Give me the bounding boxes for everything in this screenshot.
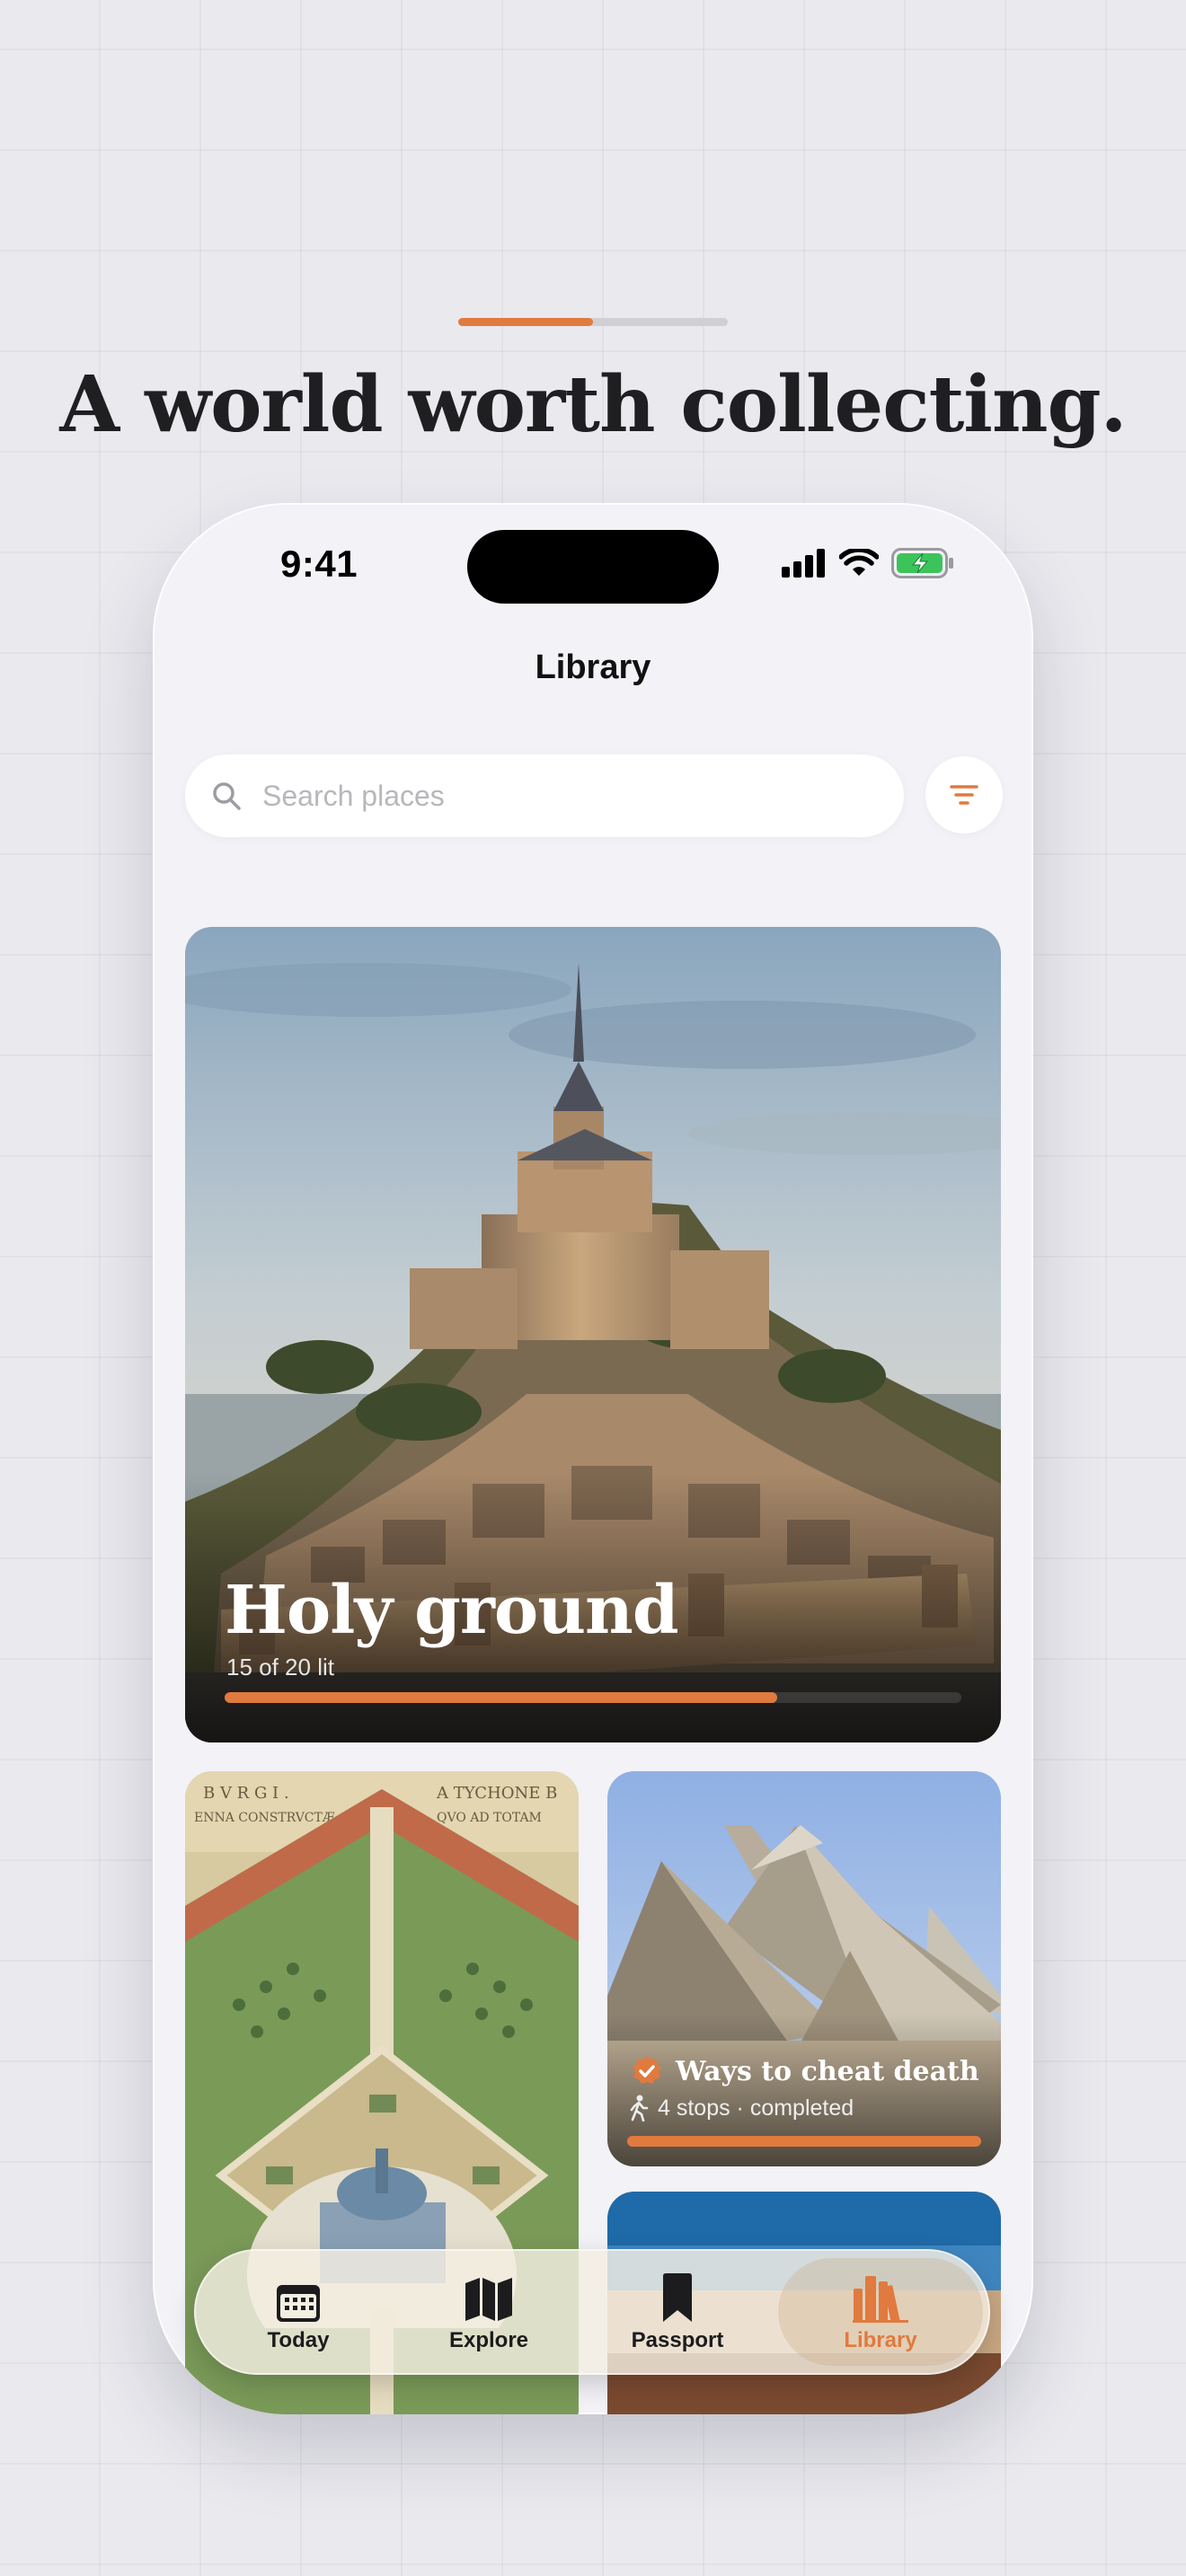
svg-text:A TYCHONE B: A TYCHONE B (436, 1784, 557, 1803)
cellular-signal-icon (782, 549, 825, 578)
card-title: Holy ground (225, 1572, 679, 1649)
collection-card-ways-to-cheat-death[interactable]: Ways to cheat death 4 stops · completed (607, 1771, 1001, 2166)
status-time: 9:41 (280, 543, 358, 585)
headline: A world worth collecting. (59, 359, 1127, 450)
phone-frame: 9:41 Library Search places Holy ground 1… (153, 503, 1033, 2414)
page-title: Library (535, 648, 651, 686)
tab-label: Explore (448, 2328, 529, 2352)
card-progress-bar (225, 1692, 961, 1703)
filter-icon (950, 785, 978, 805)
card-progress-fill (627, 2136, 981, 2147)
map-icon (465, 2278, 512, 2321)
dynamic-island (467, 530, 719, 604)
svg-text:B V R G I .: B V R G I . (203, 1784, 289, 1803)
search-input[interactable] (261, 778, 875, 814)
card-progress-fill (225, 1692, 777, 1703)
tab-label: Today (267, 2328, 330, 2352)
tab-today[interactable]: Today (208, 2258, 388, 2366)
card-progress-text: 15 of 20 lit (226, 1654, 334, 1681)
tab-explore[interactable]: Explore (399, 2258, 579, 2366)
books-icon (853, 2276, 908, 2323)
onboarding-progress-fill (458, 318, 593, 326)
walking-person-icon (630, 2095, 649, 2122)
bookmark-icon (663, 2273, 692, 2322)
wifi-icon (839, 549, 879, 576)
card-subtitle: 4 stops · completed (658, 2095, 854, 2121)
search-bar[interactable] (185, 754, 904, 837)
tab-bar: Today Explore Passport Library (194, 2249, 990, 2375)
card-title-row: Ways to cheat death (631, 2055, 979, 2087)
search-icon (210, 780, 243, 812)
svg-text:QVO AD TOTAM: QVO AD TOTAM (437, 1811, 542, 1825)
tab-library[interactable]: Library (778, 2258, 983, 2366)
status-icons (782, 548, 954, 578)
battery-charging-icon (891, 548, 953, 578)
calendar-icon (277, 2285, 320, 2322)
card-progress-bar (627, 2136, 981, 2147)
filter-button[interactable] (925, 756, 1003, 834)
card-title: Ways to cheat death (676, 2055, 979, 2087)
svg-text:ENNA CONSTRVCTÆ,: ENNA CONSTRVCTÆ, (194, 1811, 339, 1825)
onboarding-progress-bar (458, 318, 728, 326)
tab-label: Library (844, 2328, 917, 2352)
completed-badge-icon (633, 2056, 661, 2084)
tab-label: Passport (631, 2328, 724, 2352)
collection-card-holy-ground[interactable]: Holy ground 15 of 20 lit (185, 927, 1001, 1742)
card-subtitle-row: 4 stops · completed (629, 2095, 854, 2122)
tab-passport[interactable]: Passport (588, 2258, 767, 2366)
